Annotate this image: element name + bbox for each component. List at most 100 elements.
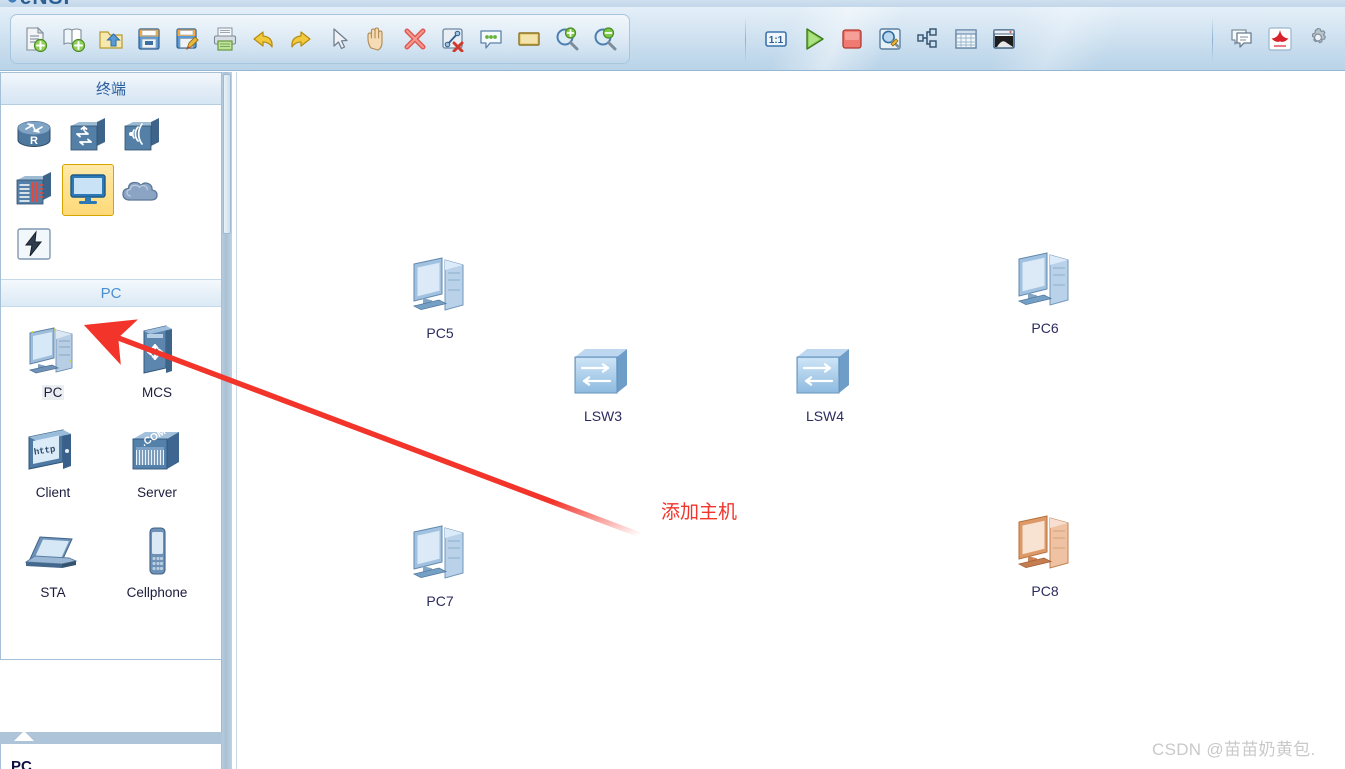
capture-icon xyxy=(879,28,901,50)
hand-icon xyxy=(367,27,383,51)
ensp-application-window: ●eNSP xyxy=(0,0,1345,769)
stop-red-icon xyxy=(842,29,862,49)
node-pc6[interactable]: PC6 xyxy=(1006,245,1084,336)
lightning-link-icon xyxy=(17,228,51,260)
stop-devices-button[interactable] xyxy=(833,19,871,59)
packet-capture-button[interactable] xyxy=(871,19,909,59)
feedback-button[interactable] xyxy=(1223,19,1261,59)
palette-splitter[interactable] xyxy=(0,731,222,744)
node-lsw3[interactable]: LSW3 xyxy=(569,343,637,424)
open-button[interactable] xyxy=(92,19,130,59)
zoom-reset-button[interactable]: 1:1 xyxy=(757,19,795,59)
desktop-pc-icon-wrap xyxy=(18,321,88,379)
pc-device-icon xyxy=(1017,252,1069,306)
svg-text:1:1: 1:1 xyxy=(769,35,784,46)
select-tool-button[interactable] xyxy=(320,19,358,59)
model-item-server[interactable]: .COM Server xyxy=(105,417,209,517)
save-button[interactable] xyxy=(130,19,168,59)
palette-scrollbar[interactable] xyxy=(222,72,232,769)
add-note-button[interactable] xyxy=(472,19,510,59)
huawei-button[interactable] xyxy=(1261,19,1299,59)
grid-icon xyxy=(955,29,977,49)
rectangle-icon xyxy=(518,32,540,46)
model-label-client: Client xyxy=(35,485,71,500)
settings-button[interactable] xyxy=(1299,19,1337,59)
pan-tool-button[interactable] xyxy=(358,19,396,59)
node-label: LSW3 xyxy=(583,408,623,424)
gear-icon xyxy=(1311,27,1326,44)
delete-link-button[interactable] xyxy=(434,19,472,59)
model-label-server: Server xyxy=(137,485,177,500)
node-pc7[interactable]: PC7 xyxy=(401,518,479,609)
model-item-cellphone[interactable]: Cellphone xyxy=(105,517,209,617)
palette-category-header: 终端 xyxy=(1,73,221,105)
huawei-logo-icon xyxy=(1268,27,1292,51)
add-shape-button[interactable] xyxy=(510,19,548,59)
palette-item-switches[interactable] xyxy=(62,110,114,162)
pc-device-icon xyxy=(412,257,464,311)
annotation-label: 添加主机 xyxy=(661,502,738,523)
new-topology-button[interactable] xyxy=(16,19,54,59)
new-file-icon xyxy=(26,26,48,52)
palette-item-firewall[interactable] xyxy=(8,164,60,216)
topology-tree-button[interactable] xyxy=(909,19,947,59)
comment-bubble-icon xyxy=(1231,29,1252,48)
save-as-button[interactable] xyxy=(168,19,206,59)
com-server-icon: .COM xyxy=(132,427,179,470)
play-green-icon xyxy=(806,28,824,50)
palette-item-wlan[interactable] xyxy=(116,110,168,162)
palette-item-routers[interactable]: R xyxy=(8,110,60,162)
device-info-title: PC xyxy=(11,758,32,769)
palette-item-terminal[interactable] xyxy=(62,164,114,216)
firewall-icon xyxy=(16,172,51,205)
model-label-pc: PC xyxy=(41,385,65,400)
redo-button[interactable] xyxy=(282,19,320,59)
svg-text:R: R xyxy=(30,135,38,147)
desktop-pc-icon xyxy=(28,327,73,374)
palette-item-cloud[interactable] xyxy=(116,164,168,216)
palette-scrollbar-thumb[interactable] xyxy=(223,74,231,234)
palette-item-connections[interactable] xyxy=(8,218,60,270)
app-logo: ●eNSP xyxy=(6,0,79,7)
new-device-button[interactable] xyxy=(54,19,92,59)
http-client-icon-wrap: http xyxy=(21,421,85,479)
app-title: eNSP xyxy=(20,0,79,7)
undo-button[interactable] xyxy=(244,19,282,59)
zoom-in-button[interactable] xyxy=(548,19,586,59)
palette-model-label: PC xyxy=(100,284,122,302)
model-item-client[interactable]: http Client xyxy=(1,417,105,517)
mcs-server-icon-wrap xyxy=(130,321,184,379)
zoom-in-icon xyxy=(556,27,579,51)
node-label: LSW4 xyxy=(805,408,845,424)
zoom-out-button[interactable] xyxy=(586,19,624,59)
palette-frame: 终端 R PC PC MCS http Client .COM Server S… xyxy=(0,72,222,660)
model-item-mcs[interactable]: MCS xyxy=(105,317,209,417)
node-label: PC8 xyxy=(1031,583,1059,599)
topology-canvas[interactable]: PC5 PC6 LSW3 LSW4 PC7 PC8 xyxy=(236,72,1345,769)
background-icon xyxy=(993,29,1015,49)
switch-device-icon xyxy=(796,349,849,394)
redo-arrow-icon xyxy=(291,31,311,48)
model-item-sta[interactable]: STA xyxy=(1,517,105,617)
print-button[interactable] xyxy=(206,19,244,59)
terminal-pc-icon xyxy=(70,174,106,204)
start-devices-button[interactable] xyxy=(795,19,833,59)
node-pc8[interactable]: PC8 xyxy=(1006,508,1084,599)
print-icon xyxy=(213,27,237,51)
model-item-pc[interactable]: PC xyxy=(1,317,105,417)
node-label: PC6 xyxy=(1031,320,1059,336)
watermark: CSDN @苗苗奶黄包. xyxy=(1152,740,1316,759)
palette-model-header: PC xyxy=(1,279,221,307)
collapse-chevron-icon[interactable] xyxy=(14,731,34,741)
background-button[interactable] xyxy=(985,19,1023,59)
undo-arrow-icon xyxy=(253,31,273,48)
save-as-icon xyxy=(176,28,199,51)
node-pc5[interactable]: PC5 xyxy=(401,250,479,341)
delete-button[interactable] xyxy=(396,19,434,59)
grid-button[interactable] xyxy=(947,19,985,59)
title-bar: ●eNSP xyxy=(0,0,1345,7)
node-lsw4[interactable]: LSW4 xyxy=(791,343,859,424)
delete-link-icon xyxy=(442,28,464,52)
zoom-out-icon xyxy=(594,27,617,51)
palette-category-grid: R xyxy=(1,105,221,277)
